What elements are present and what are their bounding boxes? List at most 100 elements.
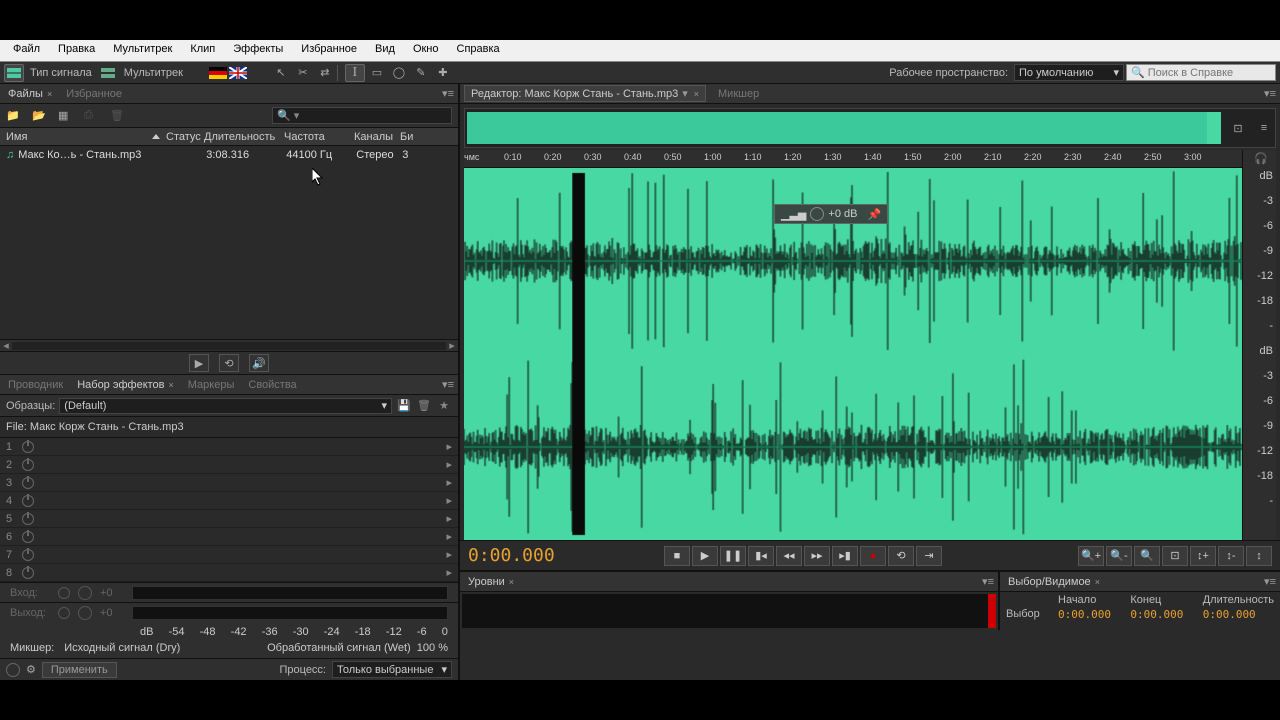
close-icon[interactable]: × xyxy=(169,380,174,390)
chevron-right-icon[interactable]: ▸ xyxy=(446,512,452,525)
power-icon[interactable] xyxy=(58,587,70,599)
go-end-button[interactable]: ▸▮ xyxy=(832,546,858,566)
tab-effects-rack[interactable]: Набор эффектов× xyxy=(73,377,178,393)
fx-slot[interactable]: 7▸ xyxy=(0,546,458,564)
pause-button[interactable]: ❚❚ xyxy=(720,546,746,566)
files-list[interactable]: ♫ Макс Ко…ь - Стань.mp3 3:08.316 44100 Г… xyxy=(0,146,458,339)
fx-slot[interactable]: 1▸ xyxy=(0,438,458,456)
fx-slot[interactable]: 2▸ xyxy=(0,456,458,474)
panel-menu-icon[interactable]: ▾≡ xyxy=(1264,87,1276,100)
pin-icon[interactable]: 📌 xyxy=(867,208,881,221)
chevron-right-icon[interactable]: ▸ xyxy=(446,530,452,543)
menu-help[interactable]: Справка xyxy=(448,40,509,61)
open-file-icon[interactable]: 📁 xyxy=(6,109,22,122)
marquee-tool-icon[interactable]: ▭ xyxy=(367,64,387,82)
rewind-button[interactable]: ◂◂ xyxy=(776,546,802,566)
tab-properties[interactable]: Свойства xyxy=(244,377,300,393)
overview-bar[interactable]: ⊡ ≡ xyxy=(464,108,1276,148)
tab-mixer[interactable]: Микшер xyxy=(714,86,763,102)
stop-button[interactable]: ■ xyxy=(664,546,690,566)
timecode-display[interactable]: 0:00.000 xyxy=(468,545,648,566)
chevron-right-icon[interactable]: ▸ xyxy=(446,458,452,471)
files-scrollbar[interactable]: ◂▸ xyxy=(0,339,458,351)
chevron-right-icon[interactable]: ▸ xyxy=(446,440,452,453)
tab-levels[interactable]: Уровни× xyxy=(464,574,518,590)
rack-power-icon[interactable] xyxy=(6,663,20,677)
tab-markers[interactable]: Маркеры xyxy=(184,377,239,393)
zoom-in-icon[interactable]: 🔍+ xyxy=(1078,546,1104,566)
trash-icon[interactable]: 🗑 xyxy=(110,109,126,122)
play-button[interactable]: ▶ xyxy=(692,546,718,566)
import-icon[interactable]: 📂 xyxy=(32,109,48,122)
play-preview-button[interactable]: ▶ xyxy=(189,354,209,372)
go-start-button[interactable]: ▮◂ xyxy=(748,546,774,566)
close-icon[interactable]: × xyxy=(1095,577,1100,587)
move-tool-icon[interactable]: ↖ xyxy=(271,64,291,82)
sel-start[interactable]: 0:00.000 xyxy=(1058,608,1128,621)
output-knob[interactable] xyxy=(78,606,92,620)
forward-button[interactable]: ▸▸ xyxy=(804,546,830,566)
menu-favorites[interactable]: Избранное xyxy=(292,40,366,61)
tab-favorites[interactable]: Избранное xyxy=(62,86,126,102)
tab-files[interactable]: Файлы× xyxy=(4,86,56,102)
power-icon[interactable] xyxy=(22,459,34,471)
waveform-display[interactable]: ▁▃▅ +0 dB 📌 xyxy=(464,168,1242,540)
workspace-dropdown[interactable]: По умолчанию▾ xyxy=(1014,64,1124,81)
zoom-fit-icon[interactable]: ⊡ xyxy=(1227,117,1249,139)
loop-button[interactable]: ⟲ xyxy=(888,546,914,566)
zoom-sel-icon[interactable]: ⊡ xyxy=(1162,546,1188,566)
panel-menu-icon[interactable]: ▾≡ xyxy=(442,378,454,391)
fx-slot[interactable]: 5▸ xyxy=(0,510,458,528)
waveform-editor[interactable]: чмс0:100:200:300:400:501:001:101:201:301… xyxy=(464,150,1276,540)
fx-slot[interactable]: 8▸ xyxy=(0,564,458,582)
tab-selection[interactable]: Выбор/Видимое× xyxy=(1004,574,1104,590)
settings-icon[interactable]: ⚙ xyxy=(26,663,36,676)
close-icon[interactable]: × xyxy=(509,577,514,587)
brush-tool-icon[interactable]: ✎ xyxy=(411,64,431,82)
power-icon[interactable] xyxy=(58,607,70,619)
delete-preset-icon[interactable]: 🗑 xyxy=(416,399,432,412)
power-icon[interactable] xyxy=(22,531,34,543)
menu-clip[interactable]: Клип xyxy=(181,40,224,61)
spectral-toggle-icon[interactable]: ≡ xyxy=(1253,117,1275,139)
menu-view[interactable]: Вид xyxy=(366,40,404,61)
menu-file[interactable]: Файл xyxy=(4,40,49,61)
save-preset-icon[interactable]: 💾 xyxy=(396,399,412,412)
chevron-right-icon[interactable]: ▸ xyxy=(446,566,452,579)
col-name[interactable]: Имя xyxy=(6,131,166,143)
process-dropdown[interactable]: Только выбранные▾ xyxy=(332,661,452,678)
help-search-input[interactable] xyxy=(1148,67,1271,79)
power-icon[interactable] xyxy=(22,567,34,579)
power-icon[interactable] xyxy=(22,477,34,489)
close-icon[interactable]: × xyxy=(694,89,699,99)
close-icon[interactable]: × xyxy=(47,89,52,99)
multitrack-view-button[interactable] xyxy=(98,64,118,82)
time-select-tool-icon[interactable]: I xyxy=(345,64,365,82)
tab-editor[interactable]: Редактор: Макс Корж Стань - Стань.mp3▾× xyxy=(464,85,706,102)
col-bitdepth[interactable]: Би xyxy=(400,131,413,143)
sel-end[interactable]: 0:00.000 xyxy=(1130,608,1200,621)
apply-button[interactable]: Применить xyxy=(42,662,117,678)
slip-tool-icon[interactable]: ⇄ xyxy=(315,64,335,82)
loop-preview-button[interactable]: ⟲ xyxy=(219,354,239,372)
sel-dur[interactable]: 0:00.000 xyxy=(1203,608,1274,621)
autoplay-button[interactable]: 🔊 xyxy=(249,354,269,372)
clip-indicator[interactable] xyxy=(988,594,996,628)
menu-effects[interactable]: Эффекты xyxy=(224,40,292,61)
headphones-icon[interactable]: 🎧 xyxy=(1254,152,1268,165)
zoom-out-v-icon[interactable]: ↕- xyxy=(1218,546,1244,566)
zoom-reset-v-icon[interactable]: ↕ xyxy=(1246,546,1272,566)
menu-edit[interactable]: Правка xyxy=(49,40,104,61)
chevron-down-icon[interactable]: ▾ xyxy=(682,87,688,100)
overview-waveform[interactable] xyxy=(467,112,1221,144)
input-knob[interactable] xyxy=(78,586,92,600)
panel-menu-icon[interactable]: ▾≡ xyxy=(982,575,994,588)
file-row[interactable]: ♫ Макс Ко…ь - Стань.mp3 3:08.316 44100 Г… xyxy=(0,146,458,164)
fx-slot[interactable]: 3▸ xyxy=(0,474,458,492)
col-status[interactable]: Статус xyxy=(166,131,204,143)
heal-tool-icon[interactable]: ✚ xyxy=(433,64,453,82)
skip-selection-button[interactable]: ⇥ xyxy=(916,546,942,566)
panel-menu-icon[interactable]: ▾≡ xyxy=(1264,575,1276,588)
zoom-in-v-icon[interactable]: ↕+ xyxy=(1190,546,1216,566)
chevron-right-icon[interactable]: ▸ xyxy=(446,476,452,489)
